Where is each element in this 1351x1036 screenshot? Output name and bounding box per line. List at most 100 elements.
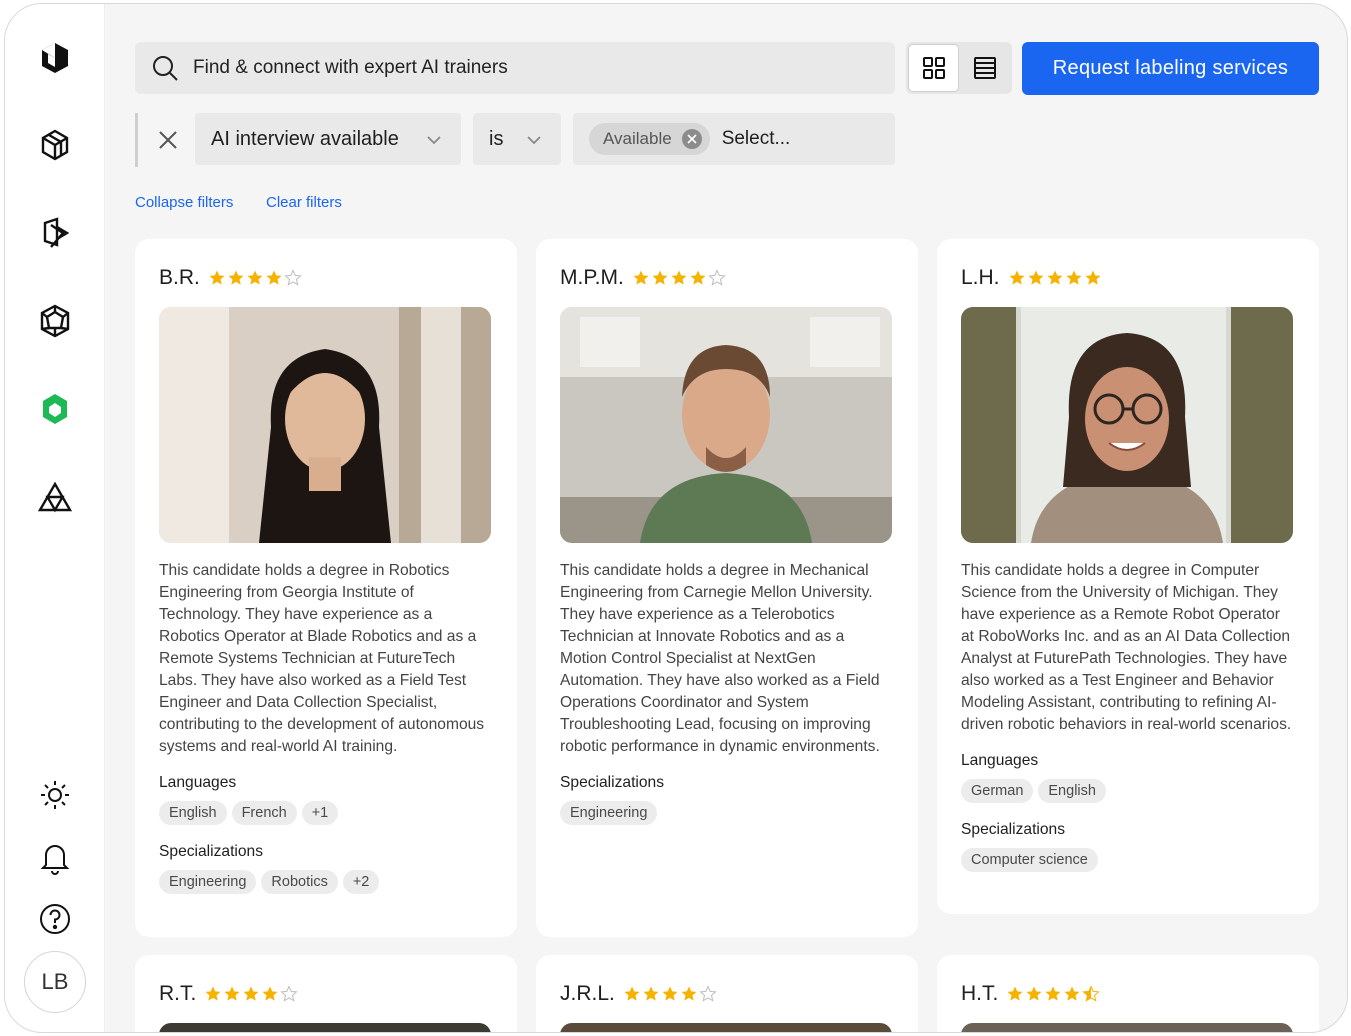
- star-icon: [671, 270, 687, 285]
- candidate-card[interactable]: H.T.: [937, 955, 1319, 1032]
- star-icon: [708, 269, 726, 286]
- candidate-name: M.P.M.: [560, 266, 624, 289]
- star-icon: [284, 269, 302, 286]
- view-toggle: [906, 42, 1012, 94]
- candidate-name: L.H.: [961, 266, 1000, 289]
- search-icon: [153, 56, 178, 81]
- filter-value-field[interactable]: Available Select...: [573, 113, 895, 165]
- cube-logo-icon[interactable]: [37, 40, 73, 76]
- list-view-button[interactable]: [959, 44, 1010, 92]
- filter-operator-value: is: [489, 127, 504, 150]
- remove-filter-button[interactable]: [153, 125, 183, 155]
- star-icon: [280, 985, 299, 1002]
- green-cluster-icon[interactable]: [37, 391, 73, 427]
- candidate-card[interactable]: M.P.M. This candidate holds a degree in …: [536, 239, 918, 937]
- star-icon: [205, 986, 221, 1001]
- candidate-photo: [159, 307, 491, 543]
- app-window: LB Request labeling services AI intervie…: [4, 3, 1348, 1033]
- star-icon: [643, 986, 659, 1001]
- grid-view-button[interactable]: [908, 44, 959, 92]
- close-icon: [159, 131, 177, 149]
- language-tag: German: [961, 779, 1034, 803]
- grid-icon: [922, 57, 945, 79]
- star-icon: [1007, 986, 1023, 1001]
- candidate-photo: [560, 307, 892, 543]
- candidate-photo: [560, 1023, 892, 1032]
- filter-operator-select[interactable]: is: [473, 113, 561, 165]
- star-rating: [1008, 269, 1103, 287]
- sidebar: LB: [5, 4, 105, 1032]
- star-icon: [262, 986, 278, 1001]
- specializations-title: Specializations: [961, 821, 1066, 838]
- star-rating: [1006, 985, 1101, 1003]
- star-icon: [1085, 270, 1101, 285]
- triangle-mesh-icon[interactable]: [37, 479, 73, 515]
- candidate-name: B.R.: [159, 266, 200, 289]
- star-icon: [652, 270, 668, 285]
- star-icon: [1066, 270, 1082, 285]
- collapse-filters-link[interactable]: Collapse filters: [135, 194, 233, 211]
- language-tag: French: [231, 801, 297, 825]
- filter-field-value: AI interview available: [211, 127, 399, 150]
- star-icon: [1045, 986, 1061, 1001]
- specialization-tag: Engineering: [560, 801, 658, 825]
- avatar-initials: LB: [41, 969, 69, 994]
- request-labeling-button[interactable]: Request labeling services: [1022, 42, 1319, 95]
- candidate-photo: [961, 307, 1293, 543]
- star-icon: [1047, 270, 1063, 285]
- hexagon-frame-icon[interactable]: [37, 127, 73, 163]
- more-specializations-tag[interactable]: +2: [342, 870, 380, 894]
- help-icon[interactable]: [37, 901, 73, 937]
- clear-filters-link[interactable]: Clear filters: [266, 194, 342, 211]
- star-rating: [623, 985, 718, 1003]
- specializations-title: Specializations: [560, 774, 665, 791]
- star-icon: [1064, 986, 1080, 1001]
- candidate-card[interactable]: L.H. This candidate holds a degree in Co…: [937, 239, 1319, 914]
- chip-remove-button[interactable]: [681, 129, 702, 149]
- star-icon: [228, 270, 244, 285]
- languages-tags: English French +1: [159, 801, 493, 825]
- star-rating: [632, 269, 727, 287]
- candidate-bio: This candidate holds a degree in Compute…: [961, 562, 1292, 733]
- languages-title: Languages: [961, 752, 1039, 769]
- languages-title: Languages: [159, 774, 237, 791]
- specializations-tags: Computer science: [961, 848, 1295, 872]
- star-icon: [247, 270, 263, 285]
- candidate-photo: [159, 1023, 491, 1032]
- specialization-tag: Robotics: [261, 870, 338, 894]
- chip-label: Available: [603, 129, 672, 148]
- candidate-bio: This candidate holds a degree in Robotic…: [159, 562, 485, 755]
- star-icon: [681, 986, 697, 1001]
- avatar[interactable]: LB: [24, 951, 86, 1013]
- star-rating: [204, 985, 299, 1003]
- sun-icon[interactable]: [37, 777, 73, 813]
- search-bar[interactable]: [135, 42, 895, 94]
- more-languages-tag[interactable]: +1: [301, 801, 339, 825]
- specializations-title: Specializations: [159, 843, 264, 860]
- specialization-tag: Computer science: [961, 848, 1098, 872]
- candidate-card[interactable]: J.R.L.: [536, 955, 918, 1032]
- filter-field-select[interactable]: AI interview available: [195, 113, 461, 165]
- star-icon: [243, 986, 259, 1001]
- search-input[interactable]: [193, 57, 833, 79]
- close-icon: [687, 134, 697, 144]
- candidate-name: R.T.: [159, 982, 197, 1005]
- star-icon: [1082, 985, 1101, 1002]
- candidate-card[interactable]: B.R. This candidate holds a degree in Ro…: [135, 239, 517, 937]
- bell-icon[interactable]: [37, 839, 73, 875]
- star-icon: [699, 985, 717, 1002]
- polyhedron-icon[interactable]: [37, 303, 73, 339]
- candidate-bio: This candidate holds a degree in Mechani…: [560, 562, 880, 755]
- layered-shape-icon[interactable]: [37, 215, 73, 251]
- specializations-tags: Engineering Robotics +2: [159, 870, 493, 894]
- star-rating: [208, 269, 303, 287]
- candidate-name: H.T.: [961, 982, 999, 1005]
- chevron-down-icon: [427, 136, 441, 145]
- filter-value-placeholder[interactable]: Select...: [722, 128, 791, 150]
- star-icon: [209, 270, 225, 285]
- candidate-name: J.R.L.: [560, 982, 615, 1005]
- star-icon: [624, 986, 640, 1001]
- star-icon: [224, 986, 240, 1001]
- candidate-card[interactable]: R.T.: [135, 955, 517, 1032]
- language-tag: English: [1038, 779, 1106, 803]
